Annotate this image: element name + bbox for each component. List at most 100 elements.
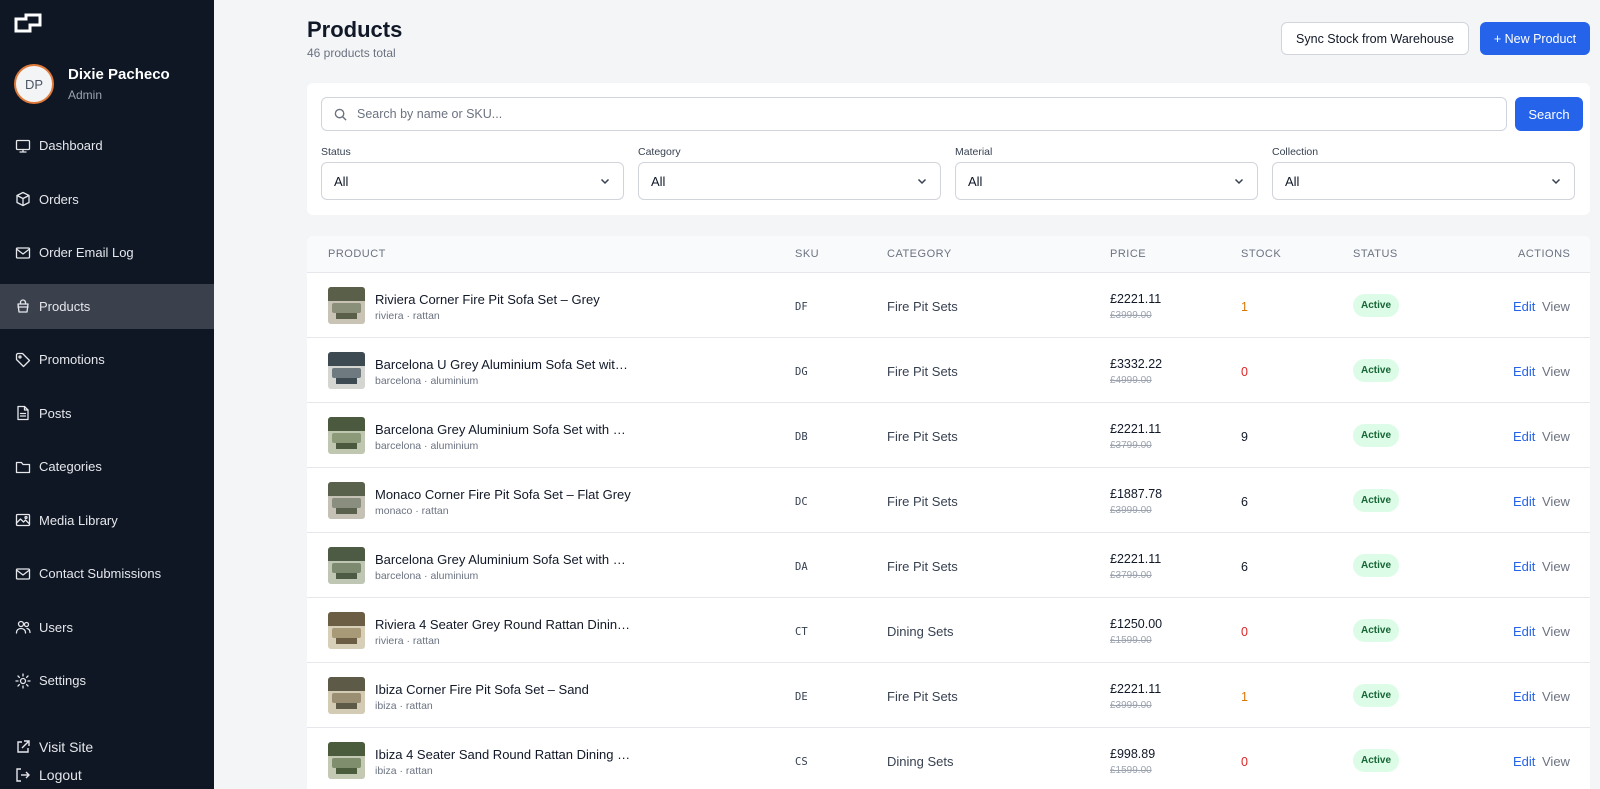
chevron-down-icon: [1551, 178, 1561, 185]
view-link[interactable]: View: [1542, 689, 1570, 704]
visit-site-link[interactable]: Visit Site: [0, 733, 214, 761]
visit-site-label: Visit Site: [39, 739, 94, 755]
edit-link[interactable]: Edit: [1513, 364, 1535, 379]
edit-link[interactable]: Edit: [1513, 624, 1535, 639]
sidebar-item-orders[interactable]: Orders: [0, 177, 214, 222]
edit-link[interactable]: Edit: [1513, 559, 1535, 574]
product-old-price: £3799.00: [1110, 440, 1152, 451]
edit-link[interactable]: Edit: [1513, 689, 1535, 704]
search-button[interactable]: Search: [1515, 97, 1583, 131]
sidebar-item-posts[interactable]: Posts: [0, 391, 214, 436]
view-link[interactable]: View: [1542, 559, 1570, 574]
sidebar-item-dashboard[interactable]: Dashboard: [0, 123, 214, 168]
product-thumbnail[interactable]: [328, 612, 365, 649]
page-subtitle: 46 products total: [307, 46, 396, 60]
product-thumbnail[interactable]: [328, 287, 365, 324]
product-name[interactable]: Barcelona Grey Aluminium Sofa Set with …: [375, 422, 626, 437]
product-meta: barcelona · aluminium: [375, 440, 479, 452]
product-stock: 0: [1241, 625, 1248, 639]
sidebar-item-settings[interactable]: Settings: [0, 658, 214, 703]
status-badge: Active: [1353, 359, 1400, 382]
view-link[interactable]: View: [1542, 429, 1570, 444]
status-select[interactable]: All: [321, 162, 624, 200]
table-row[interactable]: Barcelona Grey Aluminium Sofa Set with ……: [307, 403, 1590, 468]
column-header-stock[interactable]: STOCK: [1241, 248, 1281, 260]
column-header-sku[interactable]: SKU: [795, 248, 819, 260]
sidebar-item-promotions[interactable]: Promotions: [0, 337, 214, 382]
table-row[interactable]: Riviera 4 Seater Grey Round Rattan Dinin…: [307, 598, 1590, 663]
edit-link[interactable]: Edit: [1513, 494, 1535, 509]
product-name[interactable]: Barcelona Grey Aluminium Sofa Set with …: [375, 552, 626, 567]
sidebar-item-media-library[interactable]: Media Library: [0, 498, 214, 543]
collection-filter-label: Collection: [1272, 146, 1319, 158]
sidebar-item-users[interactable]: Users: [0, 605, 214, 650]
category-filter-label: Category: [638, 146, 681, 158]
product-thumbnail[interactable]: [328, 677, 365, 714]
table-row[interactable]: Monaco Corner Fire Pit Sofa Set – Flat G…: [307, 468, 1590, 533]
view-link[interactable]: View: [1542, 754, 1570, 769]
new-product-button[interactable]: + New Product: [1480, 22, 1590, 55]
sync-stock-button[interactable]: Sync Stock from Warehouse: [1281, 22, 1469, 55]
product-name[interactable]: Riviera Corner Fire Pit Sofa Set – Grey: [375, 292, 600, 307]
column-header-category[interactable]: CATEGORY: [887, 248, 952, 260]
sidebar-item-categories[interactable]: Categories: [0, 444, 214, 489]
table-row[interactable]: Ibiza 4 Seater Sand Round Rattan Dining …: [307, 728, 1590, 789]
product-thumbnail[interactable]: [328, 547, 365, 584]
product-thumbnail[interactable]: [328, 417, 365, 454]
user-profile[interactable]: DP Dixie Pacheco Admin: [14, 64, 170, 104]
status-badge: Active: [1353, 424, 1400, 447]
product-sku: DG: [795, 366, 808, 378]
product-price: £3332.22: [1110, 357, 1163, 371]
view-link[interactable]: View: [1542, 624, 1570, 639]
product-price: £1250.00: [1110, 617, 1163, 631]
edit-link[interactable]: Edit: [1513, 429, 1535, 444]
product-name[interactable]: Riviera 4 Seater Grey Round Rattan Dinin…: [375, 617, 630, 632]
status-filter: Status All: [321, 146, 624, 200]
search-field[interactable]: [321, 97, 1507, 131]
category-select[interactable]: All: [638, 162, 941, 200]
sidebar-item-label: Dashboard: [39, 138, 103, 153]
search-input[interactable]: [357, 107, 1457, 121]
product-name[interactable]: Ibiza Corner Fire Pit Sofa Set – Sand: [375, 682, 589, 697]
column-header-status[interactable]: STATUS: [1353, 248, 1398, 260]
collection-filter: Collection All: [1272, 146, 1575, 200]
logo-icon[interactable]: [14, 13, 42, 33]
view-link[interactable]: View: [1542, 364, 1570, 379]
sidebar-item-label: Settings: [39, 673, 86, 688]
view-link[interactable]: View: [1542, 299, 1570, 314]
table-row[interactable]: Riviera Corner Fire Pit Sofa Set – Grey r…: [307, 273, 1590, 338]
sidebar-item-label: Orders: [39, 191, 79, 207]
product-category: Dining Sets: [887, 624, 954, 639]
product-name[interactable]: Ibiza 4 Seater Sand Round Rattan Dining …: [375, 747, 630, 762]
product-price: £998.89: [1110, 747, 1156, 761]
product-name[interactable]: Monaco Corner Fire Pit Sofa Set – Flat G…: [375, 487, 631, 502]
column-header-price[interactable]: PRICE: [1110, 248, 1146, 260]
sidebar-item-products[interactable]: Products: [0, 283, 214, 329]
collection-select[interactable]: All: [1272, 162, 1575, 200]
edit-link[interactable]: Edit: [1513, 754, 1535, 769]
product-thumbnail[interactable]: [328, 352, 365, 389]
product-thumbnail[interactable]: [328, 482, 365, 519]
edit-link[interactable]: Edit: [1513, 299, 1535, 314]
material-select[interactable]: All: [955, 162, 1258, 200]
table-row[interactable]: Barcelona U Grey Aluminium Sofa Set wit……: [307, 338, 1590, 403]
column-header-product[interactable]: PRODUCT: [328, 248, 386, 260]
sidebar-item-contact-submissions[interactable]: Contact Submissions: [0, 551, 214, 596]
view-link[interactable]: View: [1542, 494, 1570, 509]
sidebar-item-label: Users: [39, 619, 73, 635]
category-filter: Category All: [638, 146, 941, 200]
product-name[interactable]: Barcelona U Grey Aluminium Sofa Set wit…: [375, 357, 628, 372]
product-meta: riviera · rattan: [375, 310, 440, 322]
sidebar-item-label: Contact Submissions: [39, 566, 162, 581]
status-badge: Active: [1353, 749, 1400, 772]
logout-link[interactable]: Logout: [0, 761, 214, 789]
table-row[interactable]: Ibiza Corner Fire Pit Sofa Set – Sand ibi…: [307, 663, 1590, 728]
chevron-down-icon: [1234, 178, 1244, 185]
product-meta: barcelona · aluminium: [375, 375, 479, 387]
product-meta: monaco · rattan: [375, 505, 449, 517]
sidebar-item-order-email-log[interactable]: Order Email Log: [0, 230, 214, 275]
gear-icon: [15, 672, 31, 689]
product-thumbnail[interactable]: [328, 742, 365, 779]
product-category: Fire Pit Sets: [887, 364, 958, 379]
table-row[interactable]: Barcelona Grey Aluminium Sofa Set with ……: [307, 533, 1590, 598]
